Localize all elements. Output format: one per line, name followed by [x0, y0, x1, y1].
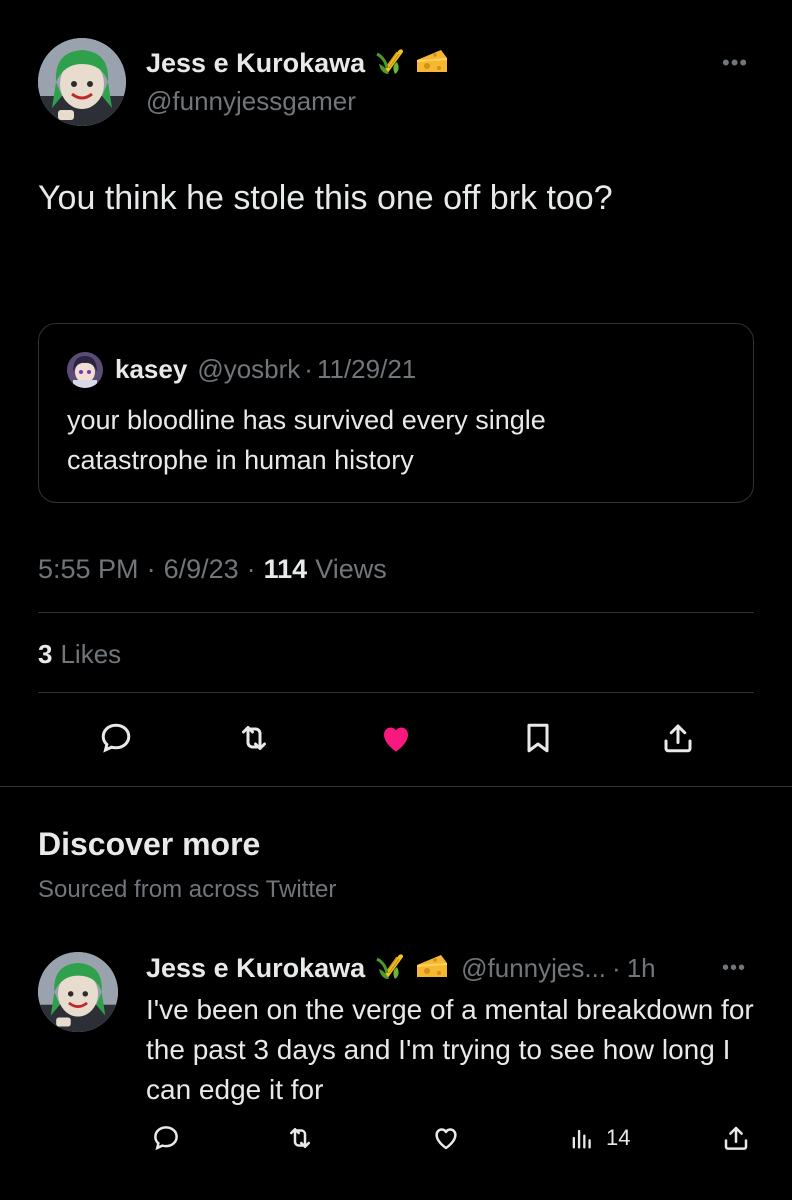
quoted-avatar-image: [67, 352, 103, 388]
quoted-text: your bloodline has survived every single…: [67, 405, 546, 475]
quoted-separator: ·: [304, 354, 313, 384]
likes-label: Likes: [60, 639, 122, 669]
discover-title: Discover more: [38, 826, 261, 862]
reply-icon: [101, 723, 131, 753]
like-button[interactable]: [370, 716, 422, 760]
more-options-button[interactable]: •••: [722, 52, 748, 74]
suggested-author-avatar[interactable]: [38, 952, 118, 1032]
avatar-image: [38, 38, 126, 126]
divider: [38, 612, 754, 613]
author-name[interactable]: Jess e Kurokawa: [146, 48, 365, 79]
retweet-icon: [242, 726, 266, 750]
suggested-separator: ·: [612, 952, 621, 983]
tweet-time: 5:55 PM: [38, 554, 139, 584]
author-avatar[interactable]: [38, 38, 126, 126]
suggested-author-name[interactable]: Jess e Kurokawa: [146, 953, 365, 984]
reply-button[interactable]: [90, 716, 142, 760]
share-icon: [724, 1126, 748, 1150]
views-stat[interactable]: 114 Views: [264, 554, 387, 585]
suggested-reply-button[interactable]: [146, 1120, 186, 1156]
share-icon: [664, 724, 692, 753]
avatar-image: [38, 952, 118, 1032]
like-icon-filled: [384, 727, 408, 752]
quoted-author-avatar: [67, 352, 103, 388]
like-icon: [435, 1128, 457, 1150]
meta-separator: ·: [246, 554, 256, 584]
suggested-author-handle[interactable]: @funnyjes...: [461, 953, 606, 984]
section-divider: [0, 786, 792, 787]
discover-subtitle: Sourced from across Twitter: [38, 876, 337, 903]
views-label: Views: [315, 554, 387, 584]
suggested-views-button[interactable]: 14: [568, 1120, 630, 1156]
quoted-author-handle: @yosbrk: [197, 354, 301, 384]
suggested-retweet-button[interactable]: [280, 1120, 320, 1156]
suggested-more-button[interactable]: •••: [722, 958, 746, 978]
tweet-meta: 5:55 PM · 6/9/23 · 114 Views: [38, 554, 387, 585]
bookmark-icon: [527, 723, 549, 753]
suggested-share-button[interactable]: [716, 1120, 756, 1156]
likes-count: 3: [38, 639, 53, 669]
share-button[interactable]: [652, 716, 704, 760]
divider: [38, 692, 754, 693]
author-handle[interactable]: @funnyjessgamer: [146, 86, 356, 117]
cheese-emoji-icon: [415, 951, 449, 986]
quoted-tweet-card[interactable]: kasey @yosbrk · 11/29/21 your bloodline …: [38, 323, 754, 503]
likes-stat[interactable]: 3 Likes: [38, 639, 121, 670]
tweet-text: You think he stole this one off brk too?: [38, 179, 613, 217]
author-name-row: Jess e Kurokawa: [146, 46, 449, 80]
corn-emoji-icon: [375, 949, 409, 988]
meta-separator: ·: [146, 554, 156, 584]
suggested-views-count: 14: [606, 1125, 631, 1150]
reply-icon: [154, 1126, 178, 1151]
suggested-tweet-text: I've been on the verge of a mental break…: [146, 994, 754, 1105]
suggested-header: Jess e Kurokawa @funnyjes... · 1h: [146, 950, 656, 986]
cheese-emoji-icon: [415, 46, 449, 81]
retweet-icon: [290, 1128, 310, 1148]
corn-emoji-icon: [375, 44, 409, 83]
quoted-header: kasey @yosbrk · 11/29/21: [115, 354, 416, 385]
suggested-like-button[interactable]: [426, 1120, 466, 1156]
quoted-date: 11/29/21: [316, 354, 417, 384]
views-count: 114: [263, 554, 308, 584]
tweet-date: 6/9/23: [163, 554, 239, 584]
bookmark-button[interactable]: [512, 716, 564, 760]
views-icon: [572, 1129, 591, 1149]
quoted-author-name: kasey: [115, 354, 188, 384]
suggested-time: 1h: [626, 952, 656, 983]
retweet-button[interactable]: [228, 716, 280, 760]
